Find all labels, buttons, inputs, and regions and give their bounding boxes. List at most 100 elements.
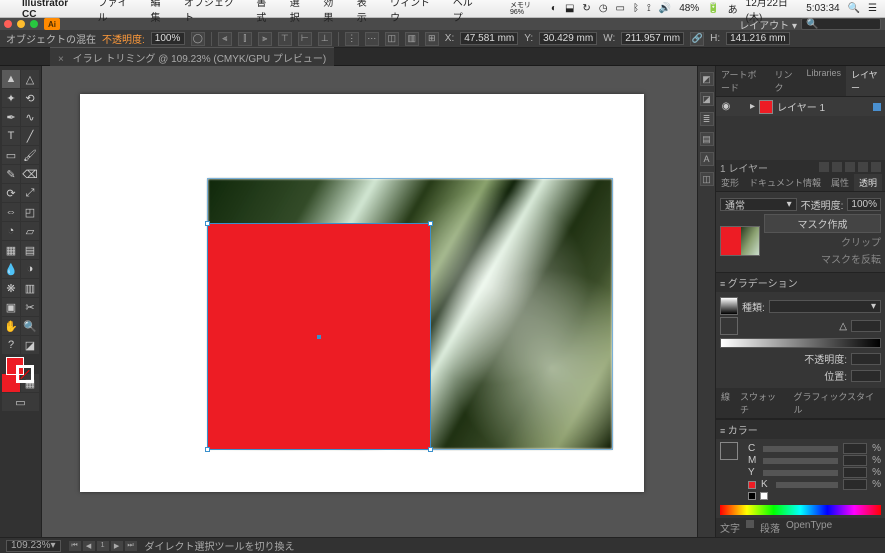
disclosure-icon[interactable]: ▸ bbox=[750, 101, 755, 112]
width-tool[interactable]: ⇔ bbox=[2, 203, 20, 221]
angle-input[interactable] bbox=[851, 320, 881, 332]
new-layer-icon[interactable] bbox=[858, 162, 868, 172]
menu-file[interactable]: ファイル bbox=[98, 0, 137, 24]
resize-handle-tr[interactable] bbox=[428, 221, 433, 226]
opacity-input[interactable]: 100% bbox=[847, 198, 881, 211]
bluetooth-icon[interactable]: ᛒ bbox=[633, 3, 639, 14]
shaper-tool[interactable]: ✎ bbox=[2, 165, 20, 183]
tab-transform[interactable]: 変形 bbox=[716, 174, 744, 191]
tab-attributes[interactable]: 属性 bbox=[826, 174, 854, 191]
panel-icon-4[interactable]: ▤ bbox=[700, 132, 714, 146]
workspace-switcher[interactable]: レイアウト ▾ bbox=[739, 17, 797, 32]
delete-layer-icon[interactable] bbox=[871, 162, 881, 172]
display-icon[interactable]: ▭ bbox=[616, 3, 625, 14]
resize-handle-bl[interactable] bbox=[205, 447, 210, 452]
gradient-slider[interactable] bbox=[720, 338, 881, 348]
color-fill-icon[interactable] bbox=[720, 442, 738, 460]
tab-transparency[interactable]: 透明 bbox=[854, 174, 882, 191]
paragraph-align-icon[interactable] bbox=[746, 520, 754, 528]
pen-tool[interactable]: ✒ bbox=[2, 108, 20, 126]
reference-point-icon[interactable]: ⊞ bbox=[425, 32, 439, 46]
mesh-tool[interactable]: ▦ bbox=[2, 241, 20, 259]
rectangle-tool[interactable]: ▭ bbox=[2, 146, 20, 164]
panel-icon-3[interactable]: ≣ bbox=[700, 112, 714, 126]
y-field[interactable]: 30.429 mm bbox=[539, 32, 597, 45]
symbol-sprayer-tool[interactable]: ❋ bbox=[2, 279, 20, 297]
shape-mode-icon[interactable]: ▥ bbox=[405, 32, 419, 46]
wifi-icon[interactable]: ⟟ bbox=[647, 3, 651, 14]
menu-view[interactable]: 表示 bbox=[357, 0, 376, 24]
c-slider[interactable] bbox=[763, 446, 838, 452]
tab-libraries[interactable]: Libraries bbox=[801, 66, 846, 96]
distribute-v-icon[interactable]: ⋯ bbox=[365, 32, 379, 46]
make-clipping-icon[interactable] bbox=[832, 162, 842, 172]
tab-swatches[interactable]: スウォッチ bbox=[735, 388, 788, 418]
menu-icon[interactable]: ☰ bbox=[868, 3, 877, 14]
align-bottom-icon[interactable]: ⊥ bbox=[318, 32, 332, 46]
tab-artboards[interactable]: アートボード bbox=[716, 66, 769, 96]
gradient-type-dropdown[interactable]: ▾ bbox=[769, 300, 881, 313]
locate-object-icon[interactable] bbox=[819, 162, 829, 172]
minimize-window-button[interactable] bbox=[17, 20, 25, 28]
color-spectrum[interactable] bbox=[720, 505, 881, 515]
tab-graphic-styles[interactable]: グラフィックスタイル bbox=[789, 388, 885, 418]
last-artboard-icon[interactable]: ⏭ bbox=[125, 541, 137, 551]
angle-icon[interactable]: △ bbox=[839, 321, 847, 332]
slice-tool[interactable]: ✂ bbox=[21, 298, 39, 316]
opacity-field[interactable]: 100% bbox=[151, 32, 185, 45]
menu-effect[interactable]: 効果 bbox=[323, 0, 342, 24]
grad-position-input[interactable] bbox=[851, 370, 881, 382]
curvature-tool[interactable]: ∿ bbox=[21, 108, 39, 126]
hand-tool[interactable]: ✋ bbox=[2, 317, 20, 335]
sync-icon[interactable]: ↻ bbox=[582, 3, 590, 14]
layer-name[interactable]: レイヤー 1 bbox=[777, 99, 825, 114]
blend-tool[interactable]: ◑ bbox=[21, 260, 39, 278]
cc-icon[interactable]: ◐ bbox=[551, 3, 557, 14]
grad-opacity-input[interactable] bbox=[851, 353, 881, 365]
shape-builder-tool[interactable]: ◔ bbox=[2, 222, 20, 240]
lasso-tool[interactable]: ⟲ bbox=[21, 89, 39, 107]
zoom-window-button[interactable] bbox=[30, 20, 38, 28]
artboard-tool[interactable]: ▣ bbox=[2, 298, 20, 316]
line-tool[interactable]: ╱ bbox=[21, 127, 39, 145]
eyedropper-tool[interactable]: 💧 bbox=[2, 260, 20, 278]
panel-icon-5[interactable]: A bbox=[700, 152, 714, 166]
tab-stroke[interactable]: 線 bbox=[716, 388, 735, 418]
clock-icon[interactable]: ◷ bbox=[599, 3, 608, 14]
tab-docinfo[interactable]: ドキュメント情報 bbox=[744, 174, 826, 191]
gradient-swatch-icon[interactable] bbox=[720, 297, 738, 315]
zoom-level[interactable]: 109.23% ▾ bbox=[6, 540, 61, 552]
help-search-input[interactable]: 🔍 bbox=[801, 18, 881, 30]
menu-select[interactable]: 選択 bbox=[290, 0, 309, 24]
artboard-number[interactable]: 1 bbox=[97, 541, 109, 551]
c-value[interactable] bbox=[843, 443, 867, 454]
new-sublayer-icon[interactable] bbox=[845, 162, 855, 172]
align-right-icon[interactable]: ⫸ bbox=[258, 32, 272, 46]
red-rectangle[interactable] bbox=[208, 224, 430, 449]
k-value[interactable] bbox=[843, 479, 867, 490]
tab-opentype[interactable]: OpenType bbox=[786, 520, 832, 535]
scale-tool[interactable]: ⤢ bbox=[21, 184, 39, 202]
y-slider[interactable] bbox=[763, 470, 838, 476]
menu-help[interactable]: ヘルプ bbox=[453, 0, 482, 24]
graph-tool[interactable]: ▥ bbox=[21, 279, 39, 297]
menu-object[interactable]: オブジェクト bbox=[184, 0, 242, 24]
tab-paragraph[interactable]: 段落 bbox=[760, 520, 780, 535]
dropbox-icon[interactable]: ⬓ bbox=[565, 3, 574, 14]
spotlight-icon[interactable]: 🔍 bbox=[848, 3, 860, 14]
direct-selection-tool[interactable]: △ bbox=[21, 70, 39, 88]
align-left-icon[interactable]: ⫷ bbox=[218, 32, 232, 46]
panel-icon-6[interactable]: ◫ bbox=[700, 172, 714, 186]
volume-icon[interactable]: 🔊 bbox=[659, 3, 671, 14]
layer-row[interactable]: ◉ ▸ レイヤー 1 bbox=[716, 97, 885, 116]
blend-mode-dropdown[interactable]: 通常▾ bbox=[720, 198, 797, 211]
first-artboard-icon[interactable]: ⏮ bbox=[69, 541, 81, 551]
default-fill-stroke[interactable]: ◪ bbox=[21, 336, 39, 354]
gradient-tool[interactable]: ▤ bbox=[21, 241, 39, 259]
zoom-tool[interactable]: 🔍 bbox=[21, 317, 39, 335]
align-hcenter-icon[interactable]: ⫿ bbox=[238, 32, 252, 46]
black-chip-icon[interactable] bbox=[748, 492, 756, 500]
layer-target-icon[interactable] bbox=[873, 103, 881, 111]
menu-type[interactable]: 書式 bbox=[256, 0, 275, 24]
gradient-stroke-icon[interactable] bbox=[720, 317, 738, 335]
